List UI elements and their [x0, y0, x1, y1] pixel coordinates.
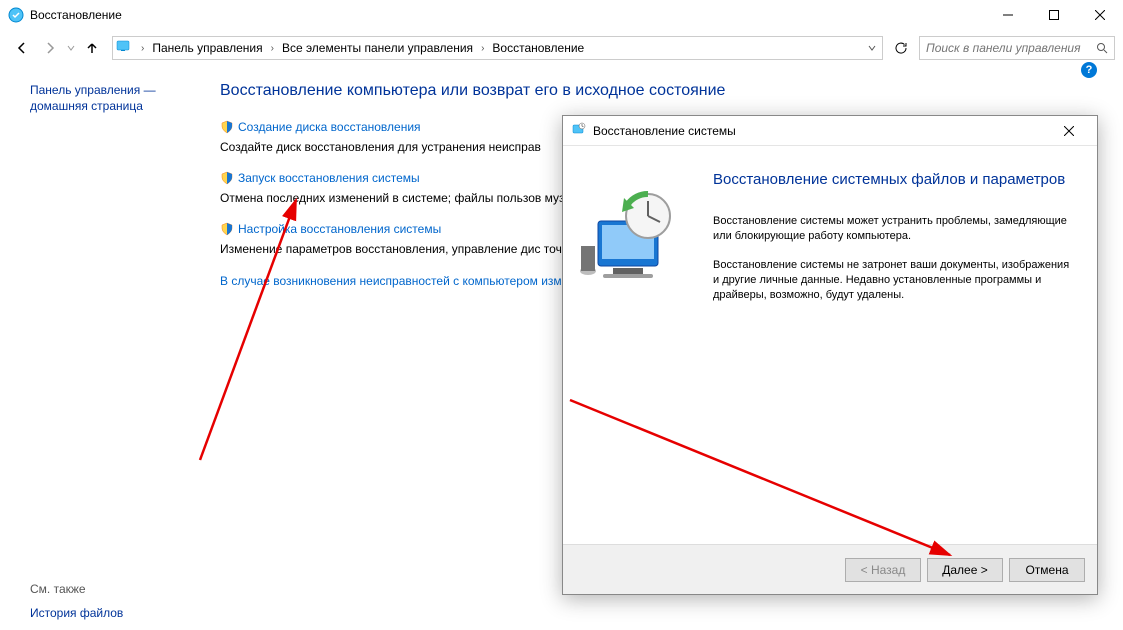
window-title: Восстановление — [30, 8, 122, 22]
breadcrumb-segment[interactable]: Все элементы панели управления — [278, 37, 477, 59]
shield-icon — [220, 120, 234, 134]
control-panel-icon — [115, 38, 135, 58]
shield-icon — [220, 222, 234, 236]
dialog-paragraph: Восстановление системы не затронет ваши … — [713, 258, 1073, 303]
refresh-button[interactable] — [889, 36, 913, 60]
window-titlebar: Восстановление — [0, 0, 1123, 30]
dialog-heading: Восстановление системных файлов и параме… — [713, 170, 1073, 190]
dialog-titlebar[interactable]: Восстановление системы — [563, 116, 1097, 146]
back-button: < Назад — [845, 558, 921, 582]
recent-dropdown[interactable] — [64, 34, 78, 62]
navigation-bar: › Панель управления › Все элементы панел… — [0, 30, 1123, 66]
dialog-body: Восстановление системных файлов и параме… — [563, 146, 1097, 544]
recovery-icon — [8, 7, 24, 23]
sidebar-home-link[interactable]: Панель управления — домашняя страница — [30, 82, 184, 114]
breadcrumb-dropdown[interactable] — [862, 41, 882, 55]
action-link[interactable]: Создание диска восстановления — [220, 120, 421, 134]
breadcrumb-segment[interactable]: Панель управления — [148, 37, 266, 59]
see-also-link[interactable]: История файлов — [30, 606, 123, 620]
search-box[interactable] — [919, 36, 1115, 60]
cancel-button[interactable]: Отмена — [1009, 558, 1085, 582]
see-also-title: См. также — [30, 582, 123, 596]
up-button[interactable] — [78, 34, 106, 62]
sidebar: Панель управления — домашняя страница — [0, 66, 200, 289]
see-also: См. также История файлов — [30, 582, 123, 620]
dialog-footer: < Назад Далее > Отмена — [563, 544, 1097, 594]
chevron-right-icon[interactable]: › — [477, 43, 488, 54]
breadcrumb[interactable]: › Панель управления › Все элементы панел… — [112, 36, 883, 60]
chevron-right-icon[interactable]: › — [267, 43, 278, 54]
maximize-button[interactable] — [1031, 0, 1077, 30]
help-icon[interactable]: ? — [1081, 62, 1097, 78]
breadcrumb-segment[interactable]: Восстановление — [488, 37, 588, 59]
search-input[interactable] — [920, 41, 1090, 55]
action-link[interactable]: Запуск восстановления системы — [220, 171, 420, 185]
search-icon[interactable] — [1090, 42, 1114, 54]
action-link[interactable]: Настройка восстановления системы — [220, 222, 441, 236]
dialog-content: Восстановление системных файлов и параме… — [703, 146, 1097, 544]
next-button[interactable]: Далее > — [927, 558, 1003, 582]
system-restore-dialog: Восстановление системы Восстановление си… — [562, 115, 1098, 595]
dialog-illustration — [563, 146, 703, 544]
system-restore-icon — [571, 121, 587, 140]
chevron-right-icon[interactable]: › — [137, 43, 148, 54]
page-title: Восстановление компьютера или возврат ег… — [220, 82, 1093, 100]
dialog-close-button[interactable] — [1049, 117, 1089, 145]
dialog-title: Восстановление системы — [593, 124, 736, 138]
back-button[interactable] — [8, 34, 36, 62]
forward-button[interactable] — [36, 34, 64, 62]
shield-icon — [220, 171, 234, 185]
minimize-button[interactable] — [985, 0, 1031, 30]
dialog-paragraph: Восстановление системы может устранить п… — [713, 214, 1073, 244]
close-button[interactable] — [1077, 0, 1123, 30]
